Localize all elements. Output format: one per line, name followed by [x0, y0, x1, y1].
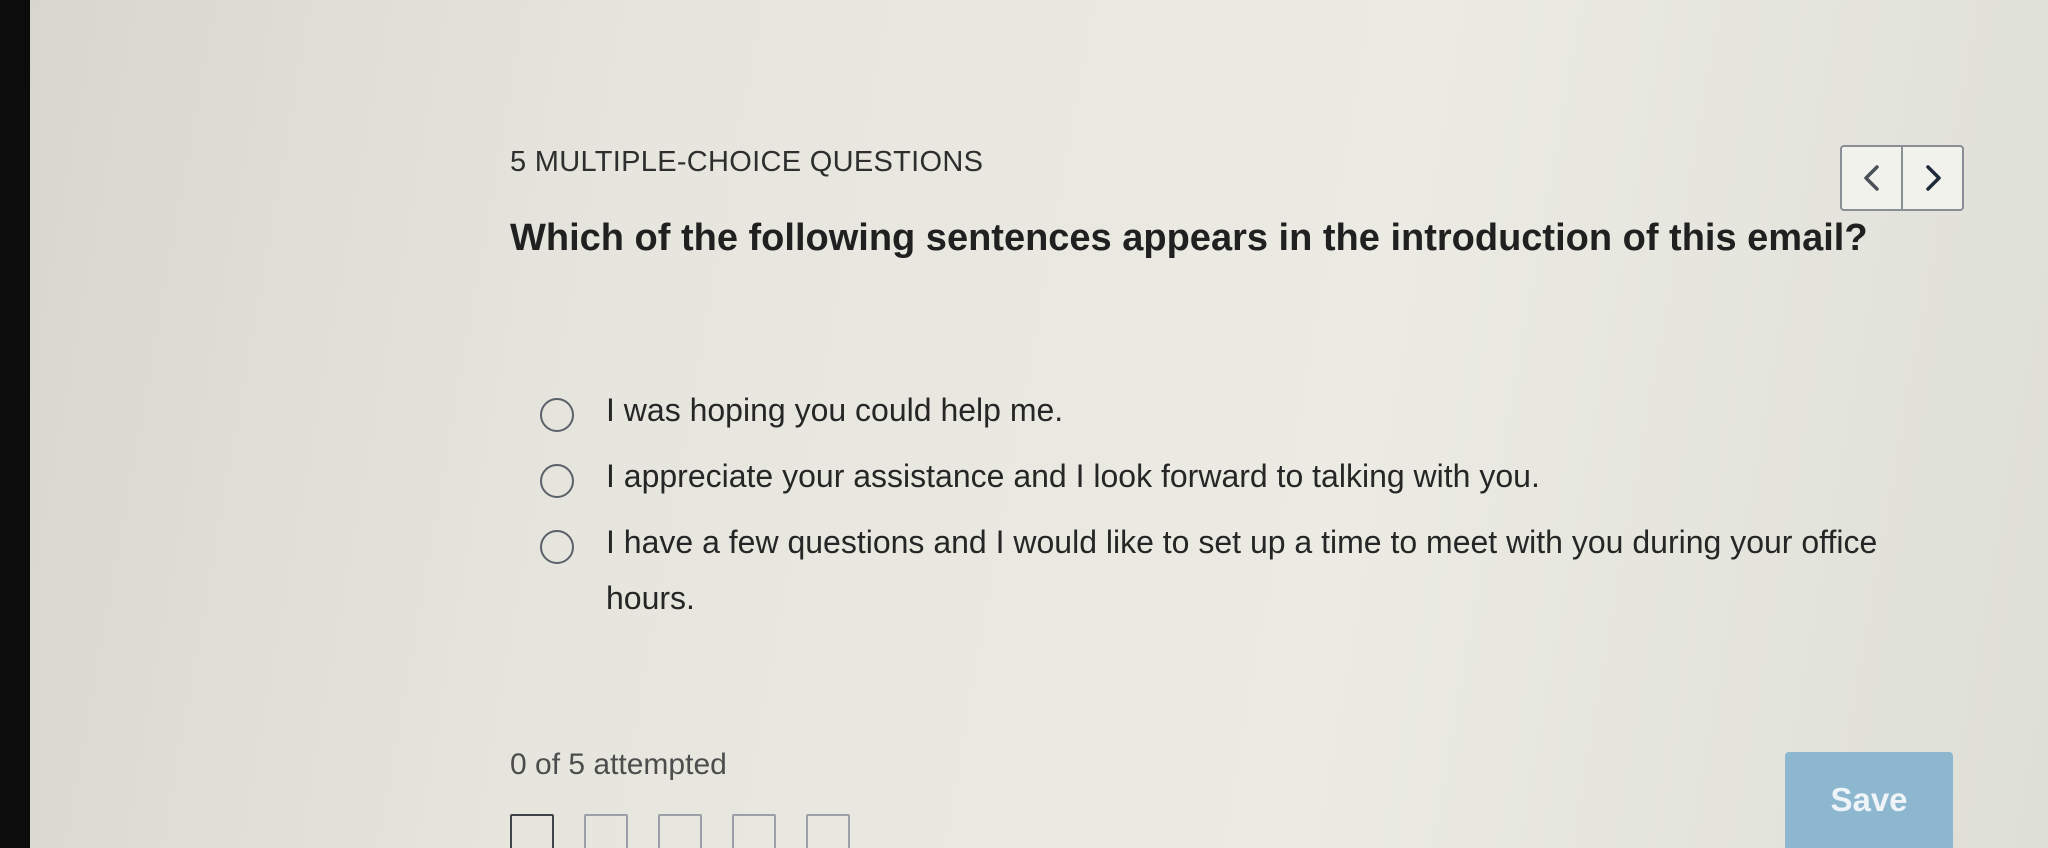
- quiz-page: 5 MULTIPLE-CHOICE QUESTIONS Which of the…: [30, 0, 2048, 848]
- progress-box-question-4[interactable]: [732, 814, 776, 848]
- screen-bezel: [0, 0, 30, 848]
- next-question-button[interactable]: [1901, 147, 1962, 209]
- radio-button[interactable]: [540, 398, 574, 432]
- progress-box-question-2[interactable]: [584, 814, 628, 848]
- answer-option-label: I have a few questions and I would like …: [606, 524, 1878, 616]
- radio-button[interactable]: [540, 530, 574, 564]
- question-navigation: [1840, 145, 1964, 211]
- chevron-right-icon: [1925, 165, 1941, 191]
- answer-option-label: I was hoping you could help me.: [606, 392, 1064, 428]
- section-header: 5 MULTIPLE-CHOICE QUESTIONS: [510, 146, 984, 178]
- answer-option-3[interactable]: I have a few questions and I would like …: [540, 524, 1920, 626]
- question-progress-tracker: [510, 814, 880, 848]
- answer-option-1[interactable]: I was hoping you could help me.: [540, 392, 1920, 438]
- answer-options: I was hoping you could help me. I apprec…: [540, 392, 1920, 646]
- progress-box-question-3[interactable]: [658, 814, 702, 848]
- progress-box-question-1[interactable]: [510, 814, 554, 848]
- radio-button[interactable]: [540, 464, 574, 498]
- chevron-left-icon: [1863, 165, 1879, 191]
- previous-question-button[interactable]: [1842, 147, 1901, 209]
- answer-option-label: I appreciate your assistance and I look …: [606, 458, 1540, 494]
- progress-box-question-5[interactable]: [806, 814, 850, 848]
- answer-option-2[interactable]: I appreciate your assistance and I look …: [540, 458, 1920, 504]
- question-text: Which of the following sentences appears…: [510, 217, 1868, 259]
- save-button[interactable]: Save: [1785, 752, 1953, 848]
- progress-status: 0 of 5 attempted: [510, 748, 727, 781]
